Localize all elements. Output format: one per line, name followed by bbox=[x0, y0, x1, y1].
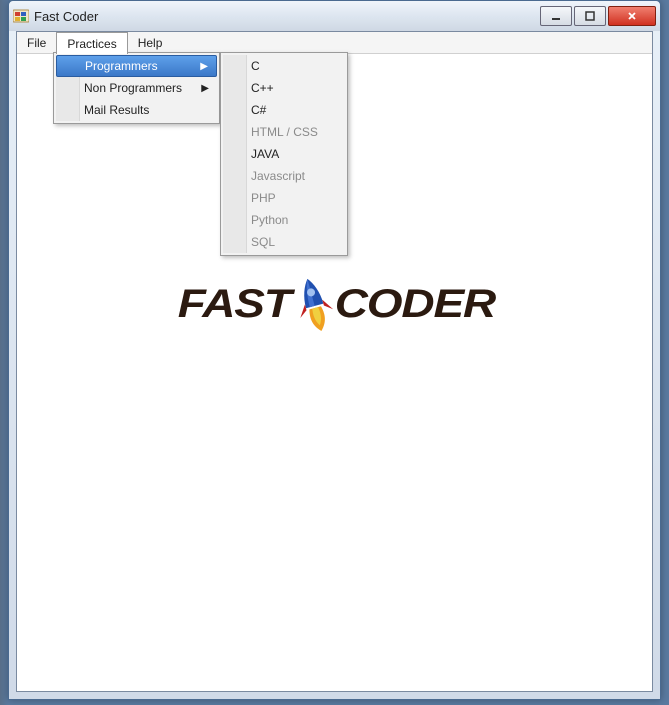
submenu-item-label: Python bbox=[251, 213, 288, 227]
minimize-button[interactable] bbox=[540, 6, 572, 26]
submenu-item-label: C bbox=[251, 59, 260, 73]
menu-practices[interactable]: Practices bbox=[56, 32, 127, 54]
submenu-item[interactable]: HTML / CSS bbox=[223, 121, 345, 143]
maximize-button[interactable] bbox=[574, 6, 606, 26]
logo-text-right: CODER bbox=[334, 282, 494, 327]
submenu-item-label: HTML / CSS bbox=[251, 125, 318, 139]
programmers-submenu: C C++ C# HTML / CSS JAVA Javascript PHP Python S… bbox=[220, 52, 348, 256]
window-title: Fast Coder bbox=[34, 9, 540, 24]
app-logo: FAST CODER bbox=[185, 274, 485, 334]
submenu-item[interactable]: C bbox=[223, 55, 345, 77]
submenu-item-label: PHP bbox=[251, 191, 276, 205]
submenu-item[interactable]: SQL bbox=[223, 231, 345, 253]
submenu-item[interactable]: Python bbox=[223, 209, 345, 231]
menu-item-label: Non Programmers bbox=[84, 81, 182, 95]
submenu-item[interactable]: JAVA bbox=[223, 143, 345, 165]
menu-file[interactable]: File bbox=[17, 32, 56, 53]
app-window: Fast Coder File Practices Help FAST bbox=[8, 0, 661, 700]
submenu-item[interactable]: Javascript bbox=[223, 165, 345, 187]
logo-text-left: FAST bbox=[177, 282, 290, 327]
menu-item-programmers[interactable]: Programmers ▶ bbox=[56, 55, 217, 77]
menu-item-mail-results[interactable]: Mail Results bbox=[56, 99, 217, 121]
submenu-item-label: C# bbox=[251, 103, 266, 117]
submenu-item-label: C++ bbox=[251, 81, 274, 95]
app-icon bbox=[13, 8, 29, 24]
menu-item-non-programmers[interactable]: Non Programmers ▶ bbox=[56, 77, 217, 99]
submenu-item[interactable]: C++ bbox=[223, 77, 345, 99]
close-button[interactable] bbox=[608, 6, 656, 26]
titlebar[interactable]: Fast Coder bbox=[9, 1, 660, 31]
submenu-item[interactable]: PHP bbox=[223, 187, 345, 209]
practices-dropdown: Programmers ▶ Non Programmers ▶ Mail Res… bbox=[53, 52, 220, 124]
menu-item-label: Mail Results bbox=[84, 103, 149, 117]
submenu-arrow-icon: ▶ bbox=[201, 83, 209, 94]
window-shadow-edge bbox=[0, 0, 8, 705]
submenu-item-label: Javascript bbox=[251, 169, 305, 183]
menu-item-label: Programmers bbox=[85, 59, 158, 73]
menubar: File Practices Help bbox=[17, 32, 652, 54]
submenu-item[interactable]: C# bbox=[223, 99, 345, 121]
submenu-arrow-icon: ▶ bbox=[200, 61, 208, 72]
submenu-item-label: JAVA bbox=[251, 147, 279, 161]
submenu-item-label: SQL bbox=[251, 235, 275, 249]
menu-help[interactable]: Help bbox=[128, 32, 173, 53]
